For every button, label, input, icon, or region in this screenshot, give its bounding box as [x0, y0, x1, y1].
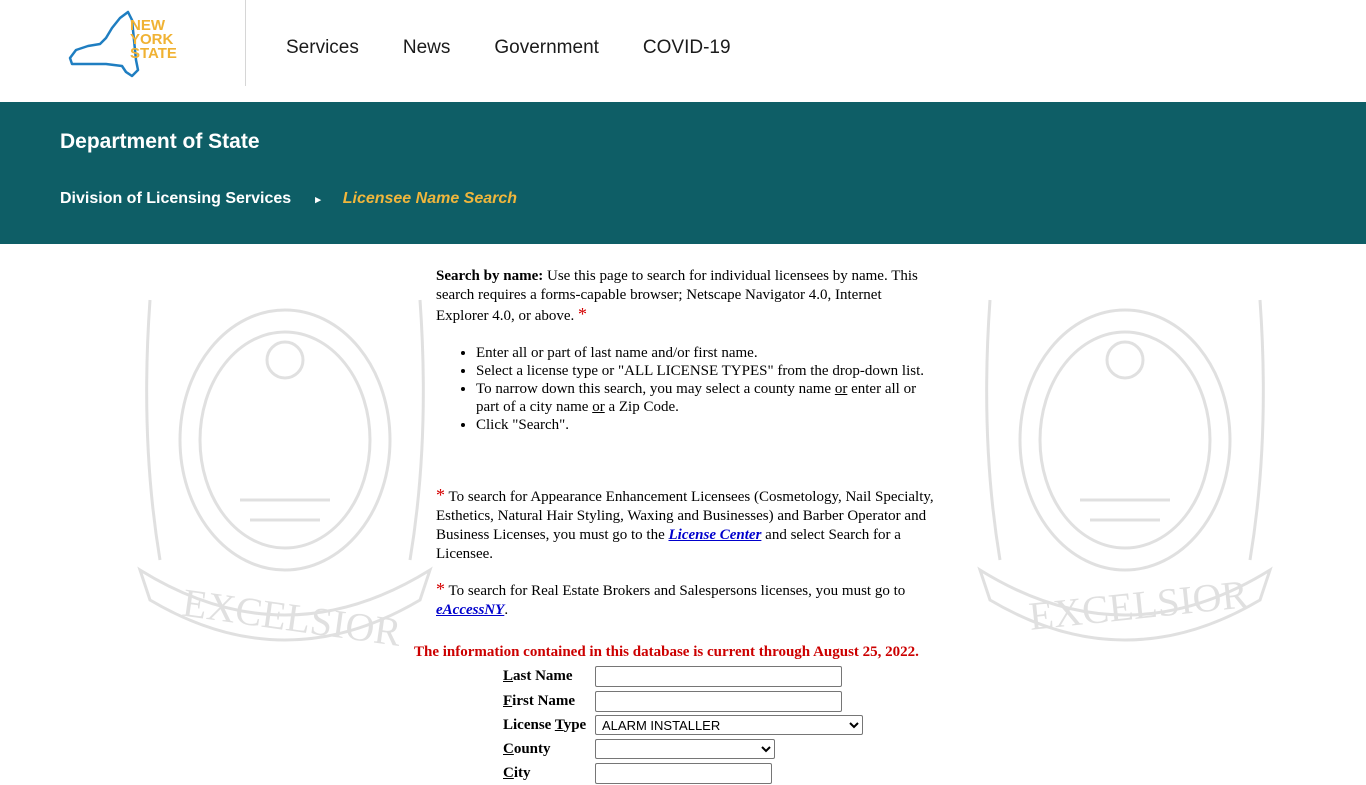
- last-name-input[interactable]: [595, 665, 842, 687]
- license-type-select[interactable]: ALARM INSTALLER: [595, 715, 863, 735]
- county-label: County: [503, 740, 551, 757]
- appearance-enhancement-note: * To search for Appearance Enhancement L…: [436, 485, 934, 563]
- nav-government[interactable]: Government: [494, 36, 599, 60]
- instruction-item: Select a license type or "ALL LICENSE TY…: [476, 362, 936, 380]
- last-name-row: Last Name: [503, 664, 863, 688]
- required-star-icon: *: [578, 304, 588, 324]
- seal-watermark-left: EXCELSIOR: [137, 299, 433, 655]
- page-title: Department of State: [60, 130, 260, 153]
- seal-watermark-right: EXCELSIOR: [977, 299, 1273, 642]
- logo-divider: [245, 0, 246, 86]
- svg-text:EXCELSIOR: EXCELSIOR: [180, 580, 404, 655]
- breadcrumb-current: Licensee Name Search: [342, 190, 518, 207]
- instruction-item: Click "Search".: [476, 416, 936, 434]
- svg-text:EXCELSIOR: EXCELSIOR: [1027, 571, 1251, 639]
- nav-news[interactable]: News: [403, 36, 451, 60]
- site-header: NEW YORK STATE Services News Government …: [0, 0, 1366, 102]
- intro-lead: Search by name:: [436, 268, 544, 284]
- nav-services[interactable]: Services: [286, 36, 359, 60]
- state-outline-icon: [68, 10, 140, 78]
- note-star-icon: *: [436, 579, 445, 599]
- license-type-label: License Type: [503, 716, 587, 733]
- database-currency-notice: The information contained in this databa…: [414, 644, 919, 660]
- note-star-icon: *: [436, 485, 445, 505]
- licensee-search-form: Last Name First Name License Type ALARM …: [503, 664, 863, 785]
- city-label: City: [503, 764, 531, 781]
- first-name-row: First Name: [503, 689, 863, 713]
- county-row: County: [503, 737, 863, 761]
- breadcrumb: Division of Licensing Services ▸ License…: [60, 190, 517, 208]
- instruction-item: Enter all or part of last name and/or fi…: [476, 344, 936, 362]
- county-select[interactable]: [595, 739, 775, 759]
- first-name-input[interactable]: [595, 690, 842, 712]
- department-banner: [0, 102, 1366, 244]
- instruction-list: Enter all or part of last name and/or fi…: [436, 344, 936, 434]
- nav-covid-19[interactable]: COVID-19: [643, 36, 731, 60]
- city-row: City: [503, 761, 863, 785]
- intro-paragraph: Search by name: Use this page to search …: [436, 267, 936, 326]
- real-estate-note: * To search for Real Estate Brokers and …: [436, 579, 906, 619]
- search-instructions: Search by name: Use this page to search …: [436, 267, 936, 620]
- logo-text-state: STATE: [130, 45, 177, 62]
- nys-logo[interactable]: NEW YORK STATE: [66, 10, 180, 78]
- breadcrumb-separator-icon: ▸: [315, 193, 321, 206]
- license-type-row: License Type ALARM INSTALLER: [503, 713, 863, 737]
- license-center-link[interactable]: License Center: [669, 527, 762, 543]
- first-name-label: First Name: [503, 692, 576, 709]
- city-input[interactable]: [595, 762, 772, 784]
- instruction-item: To narrow down this search, you may sele…: [476, 380, 936, 416]
- last-name-label: Last Name: [503, 667, 573, 684]
- main-nav: Services News Government COVID-19: [286, 36, 775, 60]
- breadcrumb-division-licensing[interactable]: Division of Licensing Services: [60, 190, 291, 208]
- eaccessny-link[interactable]: eAccessNY: [436, 602, 504, 618]
